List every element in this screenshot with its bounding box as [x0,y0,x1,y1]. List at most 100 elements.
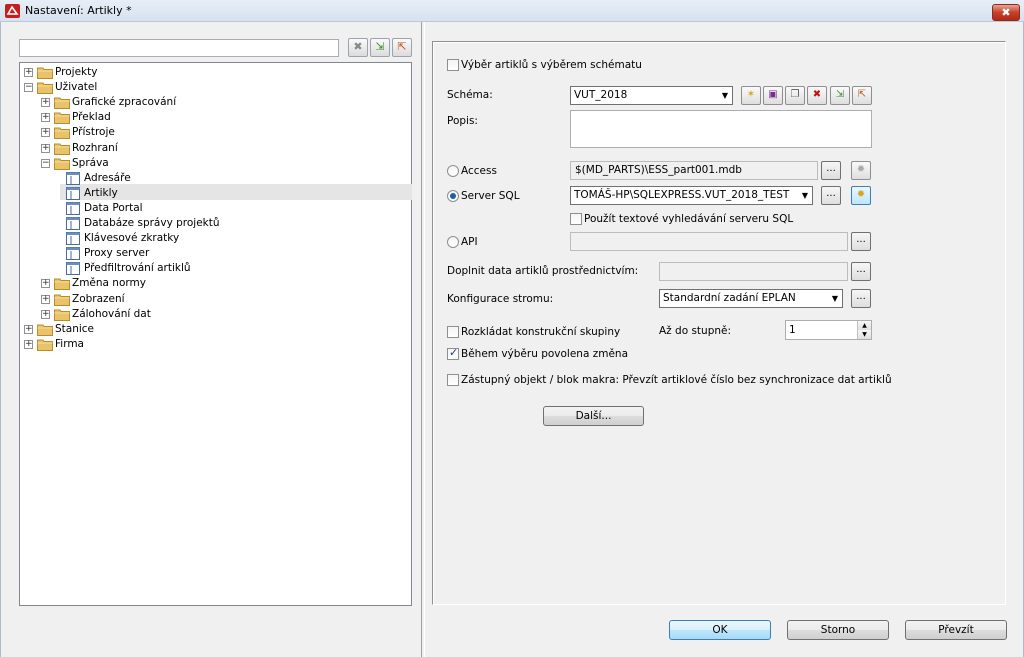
expand-icon[interactable]: ⇲ [370,38,390,57]
expand-node-icon[interactable]: + [41,295,50,304]
api-browse-button[interactable]: ... [851,232,871,251]
tree-node-label: Artikly [84,187,118,199]
access-radio[interactable] [447,165,459,177]
folder-icon [54,294,70,306]
supplement-label: Doplnit data artiklů prostřednictvím: [447,265,639,277]
expand-node-icon[interactable]: + [41,310,50,319]
up-to-level-value: 1 [789,324,796,336]
api-label: API [461,236,478,248]
folder-icon [54,127,70,139]
access-path-field[interactable]: $(MD_PARTS)\ESS_part001.mdb [570,161,818,180]
app-icon [5,4,20,18]
tree-node-label: Uživatel [55,81,98,93]
supplement-browse-button[interactable]: ... [851,262,871,281]
settings-page-icon [66,232,80,245]
sql-browse-button[interactable]: ... [821,186,841,205]
placeholder-checkbox[interactable] [447,374,459,386]
sql-fulltext-checkbox[interactable] [570,213,582,225]
expand-node-icon[interactable]: + [41,128,50,137]
title-bar: Nastavení: Artikly * ✖ [0,0,1024,22]
folder-icon [54,278,70,290]
collapse-node-icon[interactable]: − [24,83,33,92]
expand-node-icon[interactable]: + [41,144,50,153]
tree-node-label: Grafické zpracování [72,96,177,108]
collapse-node-icon[interactable]: − [41,159,50,168]
tree-config-value: Standardní zadání EPLAN [663,292,796,304]
allow-change-label: Během výběru povolena změna [461,348,629,360]
cancel-button[interactable]: Storno [787,620,889,640]
explode-groups-checkbox[interactable] [447,326,459,338]
ok-button[interactable]: OK [669,620,771,640]
tree-node-label: Zobrazení [72,293,125,305]
tree-config-label: Konfigurace stromu: [447,293,554,305]
expand-node-icon[interactable]: + [24,325,33,334]
sql-server-select[interactable]: TOMÁŠ-HP\SQLEXPRESS.VUT_2018_TEST ▼ [570,186,813,205]
folder-icon [37,67,53,79]
tree-node-label: Přístroje [72,126,115,138]
supplement-field[interactable] [659,262,848,281]
settings-page-icon [66,172,80,185]
folder-icon [54,143,70,155]
tree-node-label: Klávesové zkratky [84,232,180,244]
tree-search-input[interactable] [19,39,339,57]
explode-groups-label: Rozkládat konstrukční skupiny [461,326,621,338]
tree-node-label: Adresáře [84,172,131,184]
expand-node-icon[interactable]: + [41,98,50,107]
schema-selection-checkbox[interactable] [447,59,459,71]
save-icon[interactable]: ▣ [763,86,783,105]
api-radio[interactable] [447,236,459,248]
sun-icon[interactable]: ✹ [851,161,871,180]
clear-icon[interactable]: ✖ [348,38,368,57]
tree-config-browse-button[interactable]: ... [851,289,871,308]
up-to-level-label: Až do stupně: [659,325,732,337]
settings-page-icon [66,187,80,200]
tree-node-label: Data Portal [84,202,143,214]
folder-icon [37,324,53,336]
settings-page-icon [66,262,80,275]
spin-up-icon[interactable]: ▲ [857,321,871,330]
expand-node-icon[interactable]: + [41,113,50,122]
api-field[interactable] [570,232,848,251]
sql-server-radio[interactable] [447,190,459,202]
tree-node-label: Databáze správy projektů [84,217,220,229]
schema-value: VUT_2018 [574,89,628,101]
expand-node-icon[interactable]: + [24,340,33,349]
tree-node-label: Stanice [55,323,95,335]
more-button[interactable]: Další... [543,406,644,426]
chevron-down-icon: ▼ [801,191,808,200]
allow-change-checkbox[interactable] [447,346,459,360]
spin-down-icon[interactable]: ▼ [857,330,871,339]
pane-splitter[interactable] [421,22,425,657]
import-icon[interactable]: ⇲ [830,86,850,105]
tree-node-label: Zálohování dat [72,308,151,320]
chevron-down-icon: ▼ [721,91,728,100]
tree-node-label: Správa [72,157,109,169]
tree-node-label: Projekty [55,66,98,78]
description-input[interactable] [570,110,872,148]
folder-icon [54,309,70,321]
folder-icon [54,112,70,124]
copy-icon[interactable]: ❐ [785,86,805,105]
up-to-level-spinner[interactable]: 1 ▲ ▼ [785,320,872,340]
sql-fulltext-label: Použít textové vyhledávání serveru SQL [584,213,794,225]
folder-icon [37,82,53,94]
new-icon[interactable]: ✶ [741,86,761,105]
expand-node-icon[interactable]: + [24,68,33,77]
collapse-icon[interactable]: ⇱ [392,38,412,57]
tree-node-label: Firma [55,338,84,350]
tree-node-label: Předfiltrování artiklů [84,262,191,274]
export-icon[interactable]: ⇱ [852,86,872,105]
tree-config-select[interactable]: Standardní zadání EPLAN ▼ [659,289,843,308]
close-icon[interactable]: ✖ [992,4,1020,21]
tree-node-label: Rozhraní [72,142,118,154]
schema-label: Schéma: [447,89,493,101]
access-browse-button[interactable]: ... [821,161,841,180]
description-label: Popis: [447,115,478,127]
sun-icon[interactable]: ✹ [851,186,871,205]
folder-icon [37,339,53,351]
delete-icon[interactable]: ✖ [807,86,827,105]
folder-icon [54,97,70,109]
expand-node-icon[interactable]: + [41,279,50,288]
schema-select[interactable]: VUT_2018 ▼ [570,86,733,105]
apply-button[interactable]: Převzít [905,620,1007,640]
